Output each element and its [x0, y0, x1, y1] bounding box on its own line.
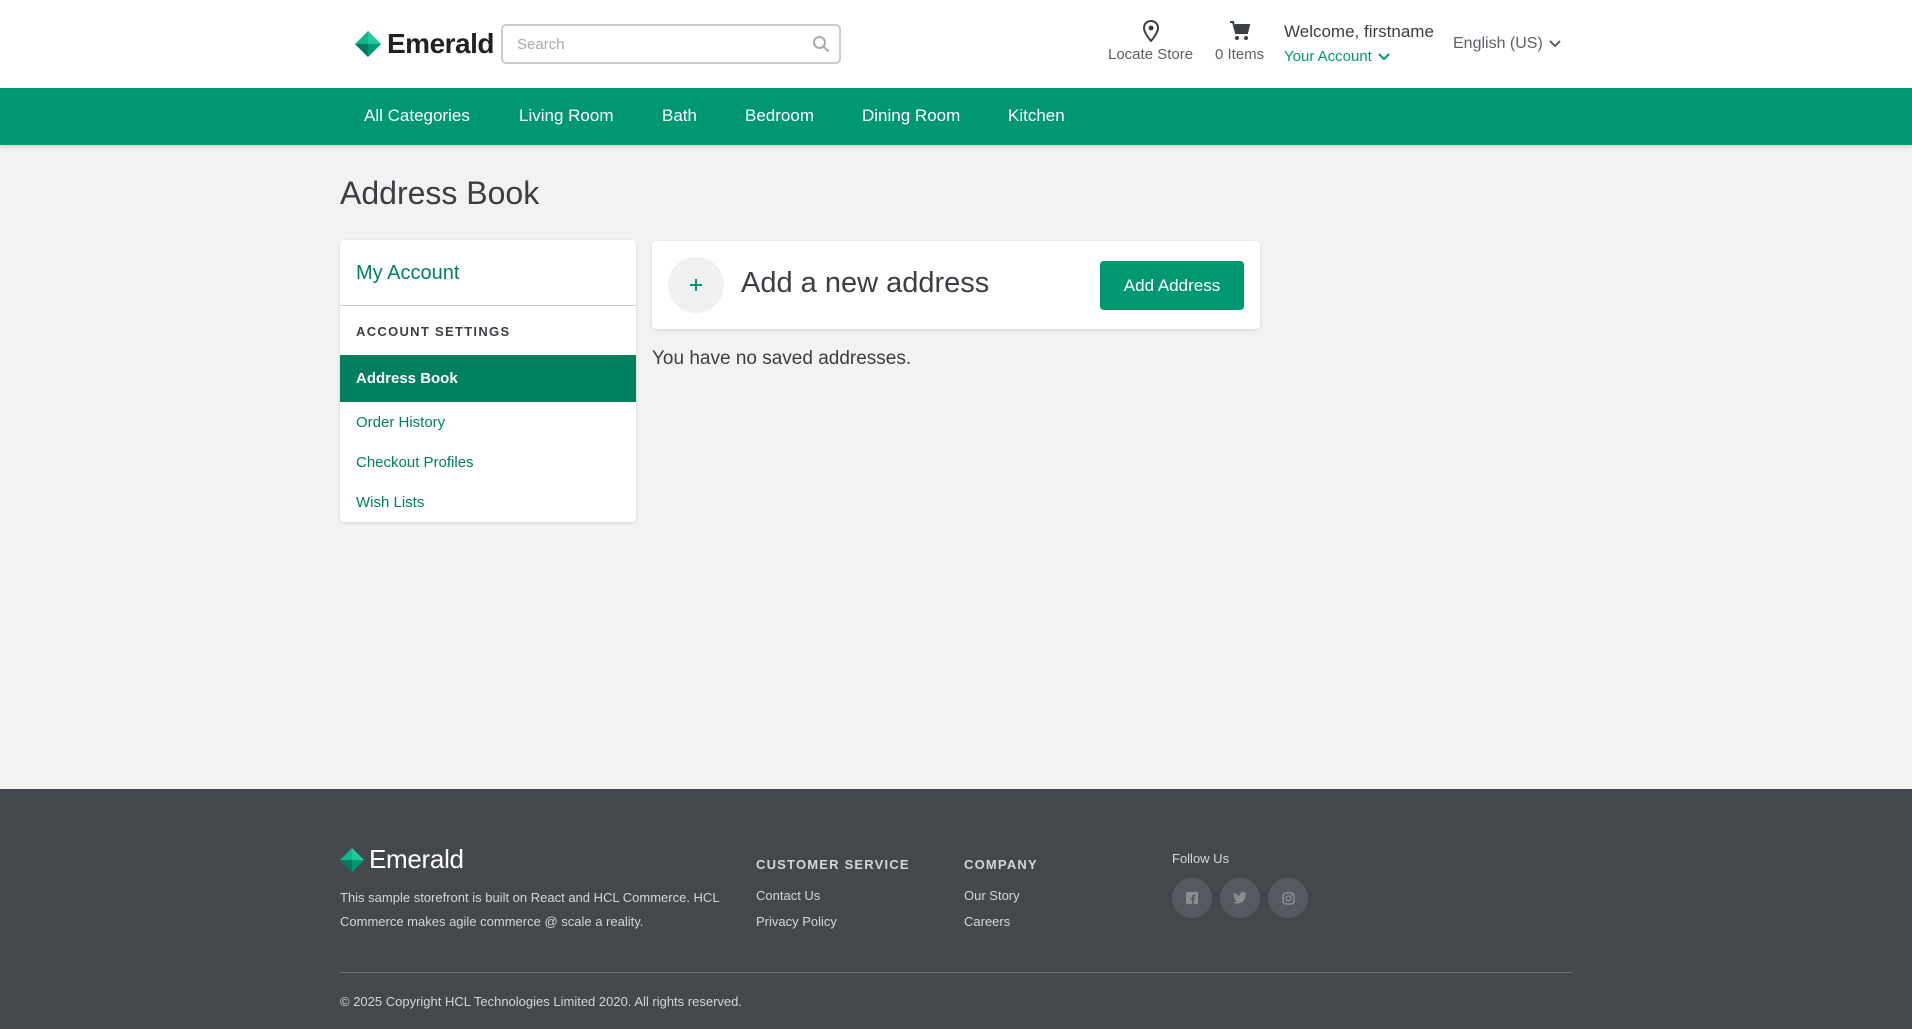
sidebar-item-label: Address Book — [356, 370, 458, 387]
footer-description: This sample storefront is built on React… — [340, 890, 720, 929]
language-label: English (US) — [1453, 35, 1543, 52]
locate-store-link[interactable]: Locate Store — [1108, 20, 1193, 63]
welcome-text: Welcome, firstname — [1284, 22, 1434, 41]
add-address-plus-button[interactable] — [668, 257, 724, 313]
sidebar-divider — [340, 305, 636, 306]
emerald-gem-icon — [340, 847, 364, 872]
sidebar-item-checkout-profiles[interactable]: Checkout Profiles — [356, 454, 474, 471]
site-footer: Emerald This sample storefront is built … — [0, 789, 1912, 1029]
privacy-policy-link[interactable]: Privacy Policy — [756, 914, 837, 929]
twitter-icon[interactable] — [1220, 878, 1260, 918]
add-address-card: Add a new address Add Address — [652, 241, 1260, 329]
nav-kitchen[interactable]: Kitchen — [1008, 106, 1065, 126]
footer-logo-text: Emerald — [369, 844, 464, 874]
instagram-icon[interactable] — [1268, 878, 1308, 918]
brand-logo[interactable]: Emerald — [355, 28, 495, 60]
brand-logo-text: Emerald — [387, 28, 495, 59]
emerald-gem-icon — [355, 31, 381, 57]
site-header: Emerald Locate Store 0 Items Welcome, fi… — [0, 0, 1912, 88]
your-account-menu[interactable]: Your Account — [1284, 48, 1390, 65]
your-account-label: Your Account — [1284, 48, 1372, 65]
cart-link[interactable]: 0 Items — [1215, 20, 1264, 63]
empty-addresses-message: You have no saved addresses. — [652, 348, 912, 369]
nav-dining-room[interactable]: Dining Room — [862, 106, 960, 126]
copyright-text: © 2025 Copyright HCL Technologies Limite… — [340, 994, 742, 1009]
account-sidebar: My Account ACCOUNT SETTINGS Address Book… — [340, 240, 636, 522]
customer-service-heading: CUSTOMER SERVICE — [756, 857, 910, 872]
sidebar-item-address-book[interactable]: Address Book — [340, 355, 636, 402]
nav-bath[interactable]: Bath — [662, 106, 697, 126]
contact-us-link[interactable]: Contact Us — [756, 888, 820, 903]
sidebar-item-wish-lists[interactable]: Wish Lists — [356, 494, 424, 511]
locate-store-label: Locate Store — [1108, 46, 1194, 63]
footer-logo[interactable]: Emerald — [340, 844, 464, 875]
cart-count-label: 0 Items — [1215, 46, 1265, 63]
company-heading: COMPANY — [964, 857, 1038, 872]
category-nav: All Categories Living Room Bath Bedroom … — [0, 88, 1912, 145]
search-input[interactable] — [503, 26, 803, 62]
careers-link[interactable]: Careers — [964, 914, 1010, 929]
add-address-title: Add a new address — [741, 267, 990, 299]
plus-icon — [690, 279, 702, 291]
chevron-down-icon — [1549, 40, 1561, 48]
language-selector[interactable]: English (US) — [1453, 35, 1561, 53]
facebook-icon[interactable] — [1172, 878, 1212, 918]
footer-divider — [340, 972, 1572, 973]
sidebar-item-order-history[interactable]: Order History — [356, 414, 445, 431]
search-box — [501, 24, 841, 64]
chevron-down-icon — [1378, 52, 1390, 60]
our-story-link[interactable]: Our Story — [964, 888, 1020, 903]
account-settings-heading: ACCOUNT SETTINGS — [356, 324, 511, 339]
my-account-link[interactable]: My Account — [356, 262, 459, 285]
search-icon[interactable] — [803, 26, 839, 62]
page-title: Address Book — [340, 175, 540, 211]
nav-living-room[interactable]: Living Room — [519, 106, 614, 126]
map-pin-icon — [1142, 20, 1159, 42]
add-address-button[interactable]: Add Address — [1100, 261, 1244, 310]
nav-bedroom[interactable]: Bedroom — [745, 106, 814, 126]
nav-all-categories[interactable]: All Categories — [364, 106, 470, 126]
follow-us-label: Follow Us — [1172, 851, 1230, 866]
shopping-cart-icon — [1229, 21, 1250, 40]
